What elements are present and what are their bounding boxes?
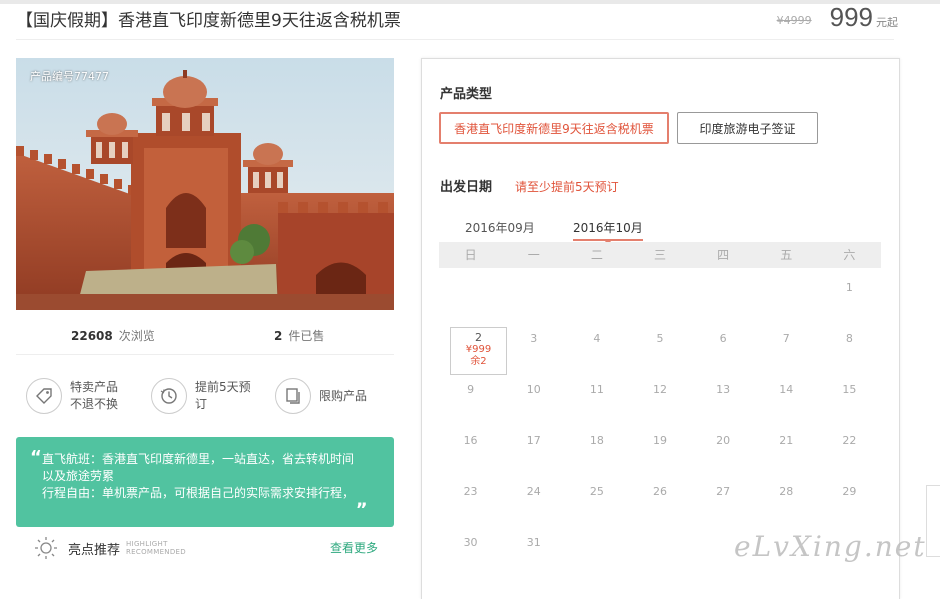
product-notice: “ 直飞航班：香港直飞印度新德里，一站直达，省去转机时间 以及旅途劳累 行程自由… [16, 437, 394, 527]
calendar-day: 20 [716, 434, 731, 447]
booking-hint: 请至少提前5天预订 [515, 180, 619, 194]
sold-count-value: 2 [274, 329, 283, 343]
original-price: ¥4999 [776, 14, 812, 27]
feature-limited-purchase-label: 限购产品 [319, 388, 368, 403]
product-photo[interactable]: 产品编号77477 [16, 58, 394, 310]
calendar-day: 24 [526, 485, 541, 498]
calendar-day: 15 [842, 383, 857, 396]
calendar-empty-cell [692, 271, 755, 322]
weekday-tue: 二 [590, 248, 603, 262]
copy-icon [275, 378, 311, 414]
calendar-day: 18 [589, 434, 604, 447]
price-block: ¥4999 999 元起 [777, 2, 898, 32]
open-quote-icon: “ [30, 447, 42, 468]
sun-icon [35, 537, 57, 559]
calendar-empty-cell [628, 271, 691, 322]
weekday-sat: 六 [843, 248, 856, 262]
calendar-day: 28 [779, 485, 794, 498]
sold-count-label: 件已售 [288, 329, 325, 343]
product-title: 【国庆假期】香港直飞印度新德里9天往返含税机票 [16, 11, 401, 31]
product-stats: 22608 次浏览 2 件已售 [16, 318, 394, 355]
calendar-day: 25 [589, 485, 604, 498]
current-price: 999 [829, 2, 873, 32]
weekday-sun: 日 [464, 248, 477, 262]
calendar-empty-cell [502, 271, 565, 322]
highlight-title: 亮点推荐 [68, 542, 121, 558]
weekday-thu: 四 [717, 248, 730, 262]
feature-limited-purchase: 限购产品 [275, 378, 367, 414]
weekday-header: 日 一 二 三 四 五 六 [439, 242, 881, 268]
calendar-day: 30 [463, 536, 478, 549]
calendar-day: 5 [656, 332, 664, 345]
calendar-day: 14 [779, 383, 794, 396]
product-code: 产品编号77477 [30, 70, 109, 83]
sold-count: 2 件已售 [274, 327, 324, 344]
calendar-day: 29 [842, 485, 857, 498]
calendar-day: 11 [589, 383, 604, 396]
clock-icon [151, 378, 187, 414]
calendar-day: 1 [845, 281, 853, 294]
calendar-day: 17 [526, 434, 541, 447]
option-e-visa[interactable]: 印度旅游电子签证 [677, 112, 818, 144]
calendar-day: 13 [716, 383, 731, 396]
notice-line-3: 行程自由：单机票产品，可根据自己的实际需求安排行程， [42, 486, 355, 500]
tab-month-active[interactable]: 2016年10月 [573, 219, 643, 245]
view-more-link[interactable]: 查看更多 [330, 539, 378, 556]
calendar-day: 26 [652, 485, 667, 498]
close-quote-icon: „ [356, 490, 368, 511]
weekday-wed: 三 [653, 248, 666, 262]
available-day-stock: 余2 [470, 356, 487, 367]
calendar-day: 7 [782, 332, 790, 345]
highlight-subtitle: HIGHLIGHT RECOMMENDED [126, 540, 186, 556]
weekday-fri: 五 [780, 248, 793, 262]
view-count: 22608 次浏览 [71, 327, 155, 344]
watermark: eLvXing.net [734, 530, 927, 563]
highlight-row: 亮点推荐 HIGHLIGHT RECOMMENDED 查看更多 [16, 536, 394, 560]
booking-panel: 产品类型 香港直飞印度新德里9天往返含税机票 印度旅游电子签证 出发日期 请至少… [421, 58, 900, 599]
weekday-mon: 一 [527, 248, 540, 262]
calendar-empty-cell [755, 271, 818, 322]
feature-special-sale-label: 特卖产品 不退不换 [70, 380, 119, 411]
calendar-day: 8 [845, 332, 853, 345]
month-tabs: 2016年09月 2016年10月 [439, 219, 881, 245]
calendar-day: 10 [526, 383, 541, 396]
side-widget-edge [926, 485, 940, 557]
calendar-empty-cell [439, 271, 502, 322]
view-count-value: 22608 [71, 329, 113, 343]
calendar-day: 19 [652, 434, 667, 447]
departure-date-title: 出发日期 [440, 180, 493, 195]
product-type-title: 产品类型 [440, 87, 493, 102]
tag-icon [26, 378, 62, 414]
calendar-day: 22 [842, 434, 857, 447]
calendar-day: 23 [463, 485, 478, 498]
calendar-day: 16 [463, 434, 478, 447]
calendar-day: 6 [719, 332, 727, 345]
available-date-box[interactable]: 2 ¥999 余2 [450, 327, 507, 375]
calendar-day: 9 [467, 383, 475, 396]
title-divider [16, 39, 894, 40]
price-unit: 元起 [876, 16, 898, 29]
calendar-day: 27 [716, 485, 731, 498]
available-day-price: ¥999 [465, 344, 492, 355]
option-flight-ticket[interactable]: 香港直飞印度新德里9天往返含税机票 [439, 112, 669, 144]
red-fort-image [16, 58, 394, 310]
view-count-label: 次浏览 [118, 329, 155, 343]
feature-book-ahead-label: 提前5天预 订 [195, 380, 251, 411]
notice-line-2: 以及旅途劳累 [42, 469, 115, 483]
calendar-empty-cell [565, 271, 628, 322]
product-features: 特卖产品 不退不换 提前5天预 订 限购产品 [16, 374, 394, 424]
calendar-day-available[interactable]: 2 ¥999 余2 [439, 322, 507, 375]
feature-special-sale: 特卖产品 不退不换 [26, 378, 118, 414]
feature-book-ahead: 提前5天预 订 [151, 378, 251, 414]
calendar-day: 3 [530, 332, 538, 345]
calendar-day: 21 [779, 434, 794, 447]
calendar-day: 4 [593, 332, 601, 345]
calendar-day: 12 [652, 383, 667, 396]
tab-month-prev[interactable]: 2016年09月 [465, 219, 535, 239]
available-day-number: 2 [475, 331, 482, 344]
notice-line-1: 直飞航班：香港直飞印度新德里，一站直达，省去转机时间 [42, 452, 355, 466]
calendar-day: 31 [526, 536, 541, 549]
